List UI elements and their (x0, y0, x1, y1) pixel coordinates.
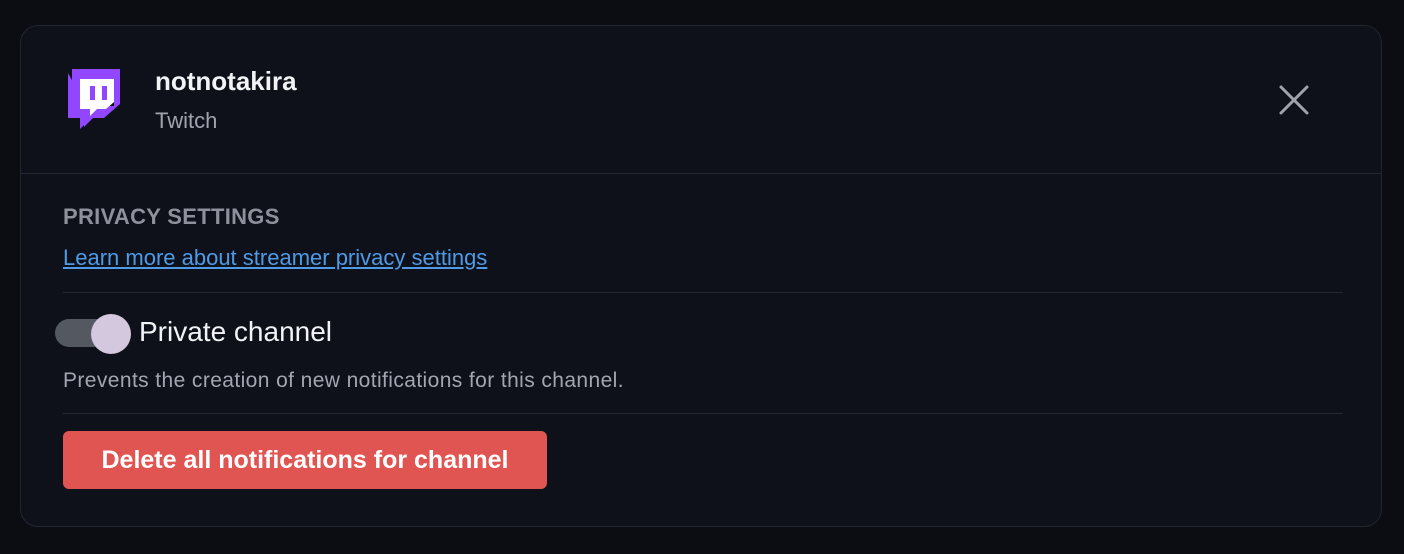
channel-platform: Twitch (155, 108, 218, 133)
close-icon[interactable] (1277, 83, 1311, 117)
private-channel-toggle[interactable] (55, 314, 133, 354)
private-channel-description: Prevents the creation of new notificatio… (63, 369, 624, 392)
channel-settings-card: notnotakira Twitch PRIVACY SETTINGS Lear… (20, 25, 1382, 527)
learn-more-link[interactable]: Learn more about streamer privacy settin… (63, 245, 487, 271)
delete-notifications-button[interactable]: Delete all notifications for channel (63, 431, 547, 489)
private-channel-label: Private channel (139, 316, 333, 347)
channel-name: notnotakira (155, 66, 297, 96)
twitch-logo-icon (66, 69, 120, 129)
divider (63, 413, 1343, 414)
toggle-knob (91, 314, 131, 354)
privacy-section-title: PRIVACY SETTINGS (63, 204, 280, 229)
divider (63, 292, 1343, 293)
card-header: notnotakira Twitch (21, 26, 1381, 174)
